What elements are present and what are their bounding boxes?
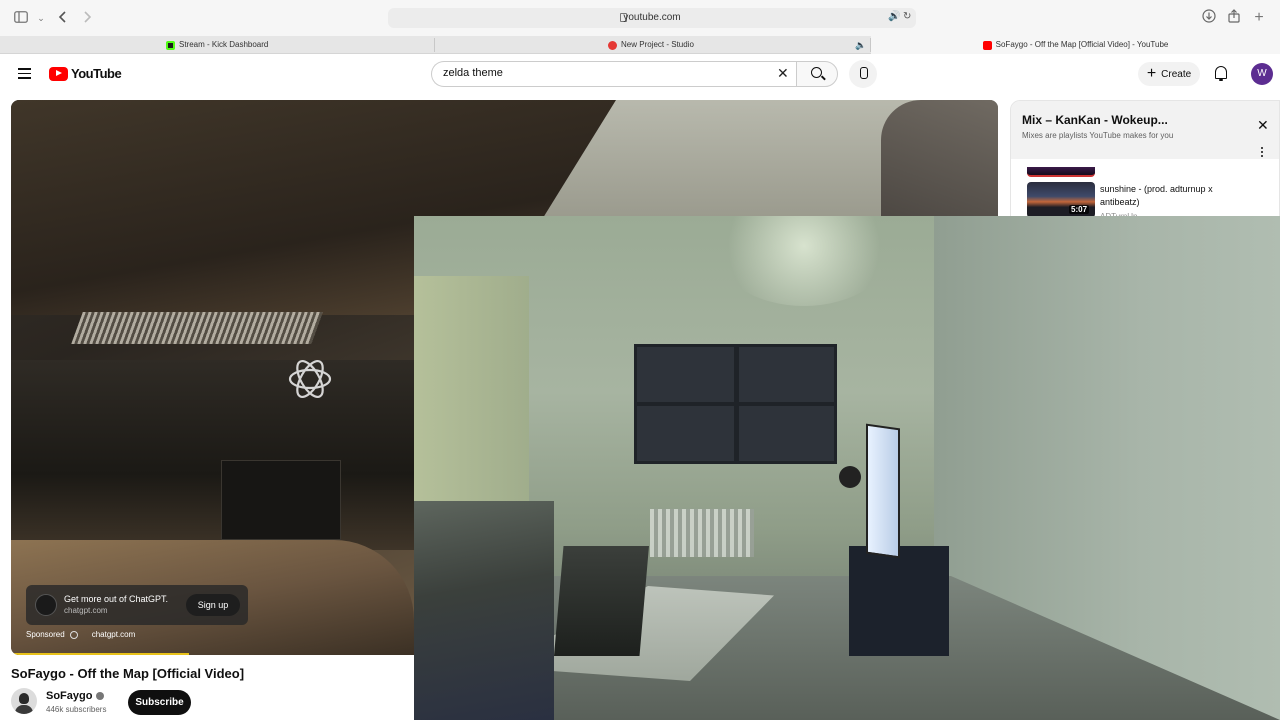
sponsored-label: Sponsored [26, 630, 65, 639]
chatgpt-ad-icon [35, 594, 57, 616]
mix-item-duration: 5:07 [1069, 205, 1090, 214]
search-box[interactable] [431, 61, 797, 87]
webcam-overlay [414, 216, 1280, 720]
create-label: Create [1161, 68, 1192, 80]
info-icon[interactable] [69, 630, 78, 639]
search-clear-icon[interactable]: ✕ [777, 65, 789, 82]
webcam-window [634, 344, 837, 464]
webcam-ceiling-light [714, 216, 894, 306]
channel-name[interactable]: SoFaygo [46, 690, 105, 702]
sidebar-icon[interactable] [12, 9, 30, 27]
chevron-down-icon[interactable]: ⌄ [32, 9, 50, 27]
youtube-favicon-icon [982, 40, 992, 50]
create-button[interactable]: + Create [1138, 62, 1200, 86]
notifications-bell-icon[interactable] [1214, 66, 1228, 82]
tab-kick-dashboard[interactable]: Stream - Kick Dashboard [166, 36, 268, 54]
mix-previous-thumbnail[interactable] [1027, 167, 1095, 177]
video-frame-engine-block [221, 460, 341, 540]
mix-subtitle: Mixes are playlists YouTube makes for yo… [1022, 131, 1174, 140]
tab-title: SoFaygo - Off the Map [Official Video] -… [995, 40, 1169, 49]
ad-domain: chatgpt.com [64, 606, 108, 615]
user-avatar[interactable]: W [1251, 63, 1273, 85]
kick-favicon-icon [166, 40, 175, 50]
search-button[interactable] [796, 61, 838, 87]
channel-avatar[interactable] [11, 688, 37, 714]
ad-signup-button[interactable]: Sign up [186, 594, 240, 616]
new-tab-icon[interactable]: + [1250, 9, 1268, 27]
mix-title[interactable]: Mix – KanKan - Wokeup... [1022, 113, 1168, 127]
microphone-icon[interactable] [849, 60, 877, 88]
studio-favicon-icon [608, 40, 617, 50]
verified-badge-icon [96, 692, 105, 700]
hamburger-menu-icon[interactable] [18, 68, 31, 79]
webcam-radiator [650, 509, 754, 557]
more-options-icon[interactable] [1261, 147, 1264, 159]
webcam-fan [839, 466, 861, 488]
search-icon [811, 67, 822, 78]
plus-icon: + [1146, 64, 1157, 82]
subscribe-button[interactable]: Subscribe [128, 690, 191, 715]
ad-meta-domain[interactable]: chatgpt.com [92, 630, 136, 639]
webcam-bed [414, 501, 554, 720]
channel-name-text: SoFaygo [46, 690, 93, 702]
video-frame-grille [71, 312, 323, 344]
ad-title: Get more out of ChatGPT. [64, 594, 169, 604]
address-bar[interactable]: youtube.com 🔊 ↻ [388, 8, 916, 28]
browser-toolbar: ⌄ youtube.com 🔊 ↻ + [0, 0, 1280, 36]
back-icon[interactable] [54, 9, 72, 27]
address-url[interactable]: youtube.com [388, 12, 916, 23]
close-icon[interactable]: ✕ [1257, 117, 1269, 134]
webcam-tv [866, 423, 900, 559]
mix-item-title[interactable]: sunshine - (prod. adturnup x antibeatz) [1100, 183, 1250, 209]
ad-meta: Sponsored chatgpt.com [26, 630, 135, 639]
ad-card[interactable]: Get more out of ChatGPT. chatgpt.com Sig… [26, 585, 248, 625]
subscriber-count: 446k subscribers [46, 705, 107, 714]
webcam-coffee-table [554, 546, 649, 656]
share-icon[interactable] [1225, 9, 1243, 27]
reload-icon[interactable]: ↻ [903, 11, 911, 22]
youtube-header: YouTube + Create W [0, 54, 1280, 94]
download-icon[interactable] [1200, 9, 1218, 27]
tab-youtube[interactable]: SoFaygo - Off the Map [Official Video] -… [871, 36, 1280, 54]
video-frame-figure [881, 100, 998, 216]
mix-header [1011, 101, 1279, 159]
youtube-wordmark: YouTube [71, 66, 122, 81]
tab-studio[interactable]: New Project - Studio [608, 36, 694, 54]
search-input[interactable] [443, 67, 763, 79]
video-frame-engine [11, 360, 414, 550]
youtube-logo[interactable]: YouTube [49, 66, 122, 81]
forward-icon[interactable] [78, 9, 96, 27]
tab-bar: Stream - Kick Dashboard New Project - St… [0, 36, 1280, 54]
webcam-tv-stand [849, 546, 949, 656]
mix-playlist-panel: Mix – KanKan - Wokeup... Mixes are playl… [1010, 100, 1280, 220]
chatgpt-logo-icon [288, 360, 332, 398]
mute-icon[interactable]: 🔈 [855, 36, 866, 54]
audio-icon[interactable]: 🔊 [888, 11, 900, 22]
tab-title: Stream - Kick Dashboard [179, 40, 269, 49]
video-title: SoFaygo - Off the Map [Official Video] [11, 666, 245, 681]
tab-divider [434, 38, 435, 52]
ad-progress-bar [11, 653, 189, 655]
tab-title: New Project - Studio [621, 40, 694, 49]
youtube-play-icon [49, 66, 68, 81]
